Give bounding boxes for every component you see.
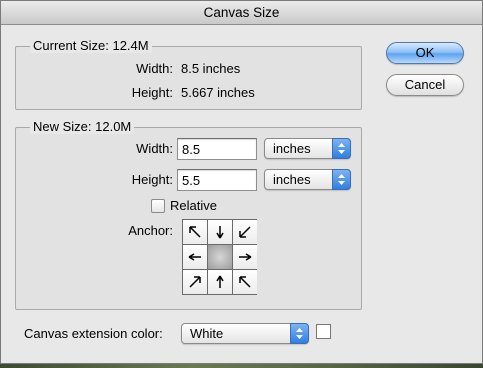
anchor-top[interactable] <box>208 220 232 244</box>
arrow-up-left-icon <box>239 276 251 288</box>
anchor-label: Anchor: <box>128 223 173 238</box>
relative-checkbox[interactable] <box>151 199 165 213</box>
extension-color-label: Canvas extension color: <box>24 326 163 341</box>
new-size-label: New Size: 12.0M <box>30 120 135 134</box>
new-height-label: Height: <box>131 172 173 187</box>
current-height-label: Height: <box>131 85 173 100</box>
height-unit-value: inches <box>273 172 311 187</box>
anchor-left[interactable] <box>183 245 207 269</box>
anchor-center[interactable] <box>208 245 232 269</box>
desktop-background <box>0 364 483 368</box>
anchor-top-right[interactable] <box>233 220 257 244</box>
extension-color-stepper-icon <box>290 323 309 344</box>
extension-color-swatch[interactable] <box>316 324 331 339</box>
anchor-grid <box>182 219 257 295</box>
arrow-right-icon <box>239 253 252 261</box>
extension-color-value: White <box>190 326 224 341</box>
current-height-value: 5.667 inches <box>181 85 255 100</box>
window-title: Canvas Size <box>1 1 482 25</box>
current-width-label: Width: <box>136 61 173 76</box>
height-unit-stepper-icon <box>332 169 351 190</box>
arrow-up-left-icon <box>189 226 201 238</box>
extension-color-select[interactable]: White <box>181 323 309 344</box>
anchor-right[interactable] <box>233 245 257 269</box>
width-unit-value: inches <box>273 141 311 156</box>
canvas-size-dialog: Canvas Size Current Size: 12.4M Width: 8… <box>0 0 483 364</box>
arrow-down-icon <box>216 226 224 239</box>
cancel-button[interactable]: Cancel <box>386 74 464 96</box>
current-width-value: 8.5 inches <box>181 61 241 76</box>
anchor-bottom-right[interactable] <box>233 270 257 294</box>
width-input[interactable] <box>177 138 257 160</box>
height-unit-select[interactable]: inches <box>264 169 351 190</box>
anchor-bottom-left[interactable] <box>183 270 207 294</box>
anchor-bottom[interactable] <box>208 270 232 294</box>
arrow-left-icon <box>188 253 201 261</box>
relative-label[interactable]: Relative <box>170 198 217 214</box>
width-unit-select[interactable]: inches <box>264 138 351 159</box>
anchor-top-left[interactable] <box>183 220 207 244</box>
arrow-up-icon <box>216 275 224 288</box>
current-size-label: Current Size: 12.4M <box>30 39 152 53</box>
height-input[interactable] <box>177 169 257 191</box>
ok-button[interactable]: OK <box>386 42 464 64</box>
arrow-up-right-icon <box>189 276 201 288</box>
new-width-label: Width: <box>136 141 173 156</box>
width-unit-stepper-icon <box>332 138 351 159</box>
arrow-down-left-icon <box>239 226 251 238</box>
